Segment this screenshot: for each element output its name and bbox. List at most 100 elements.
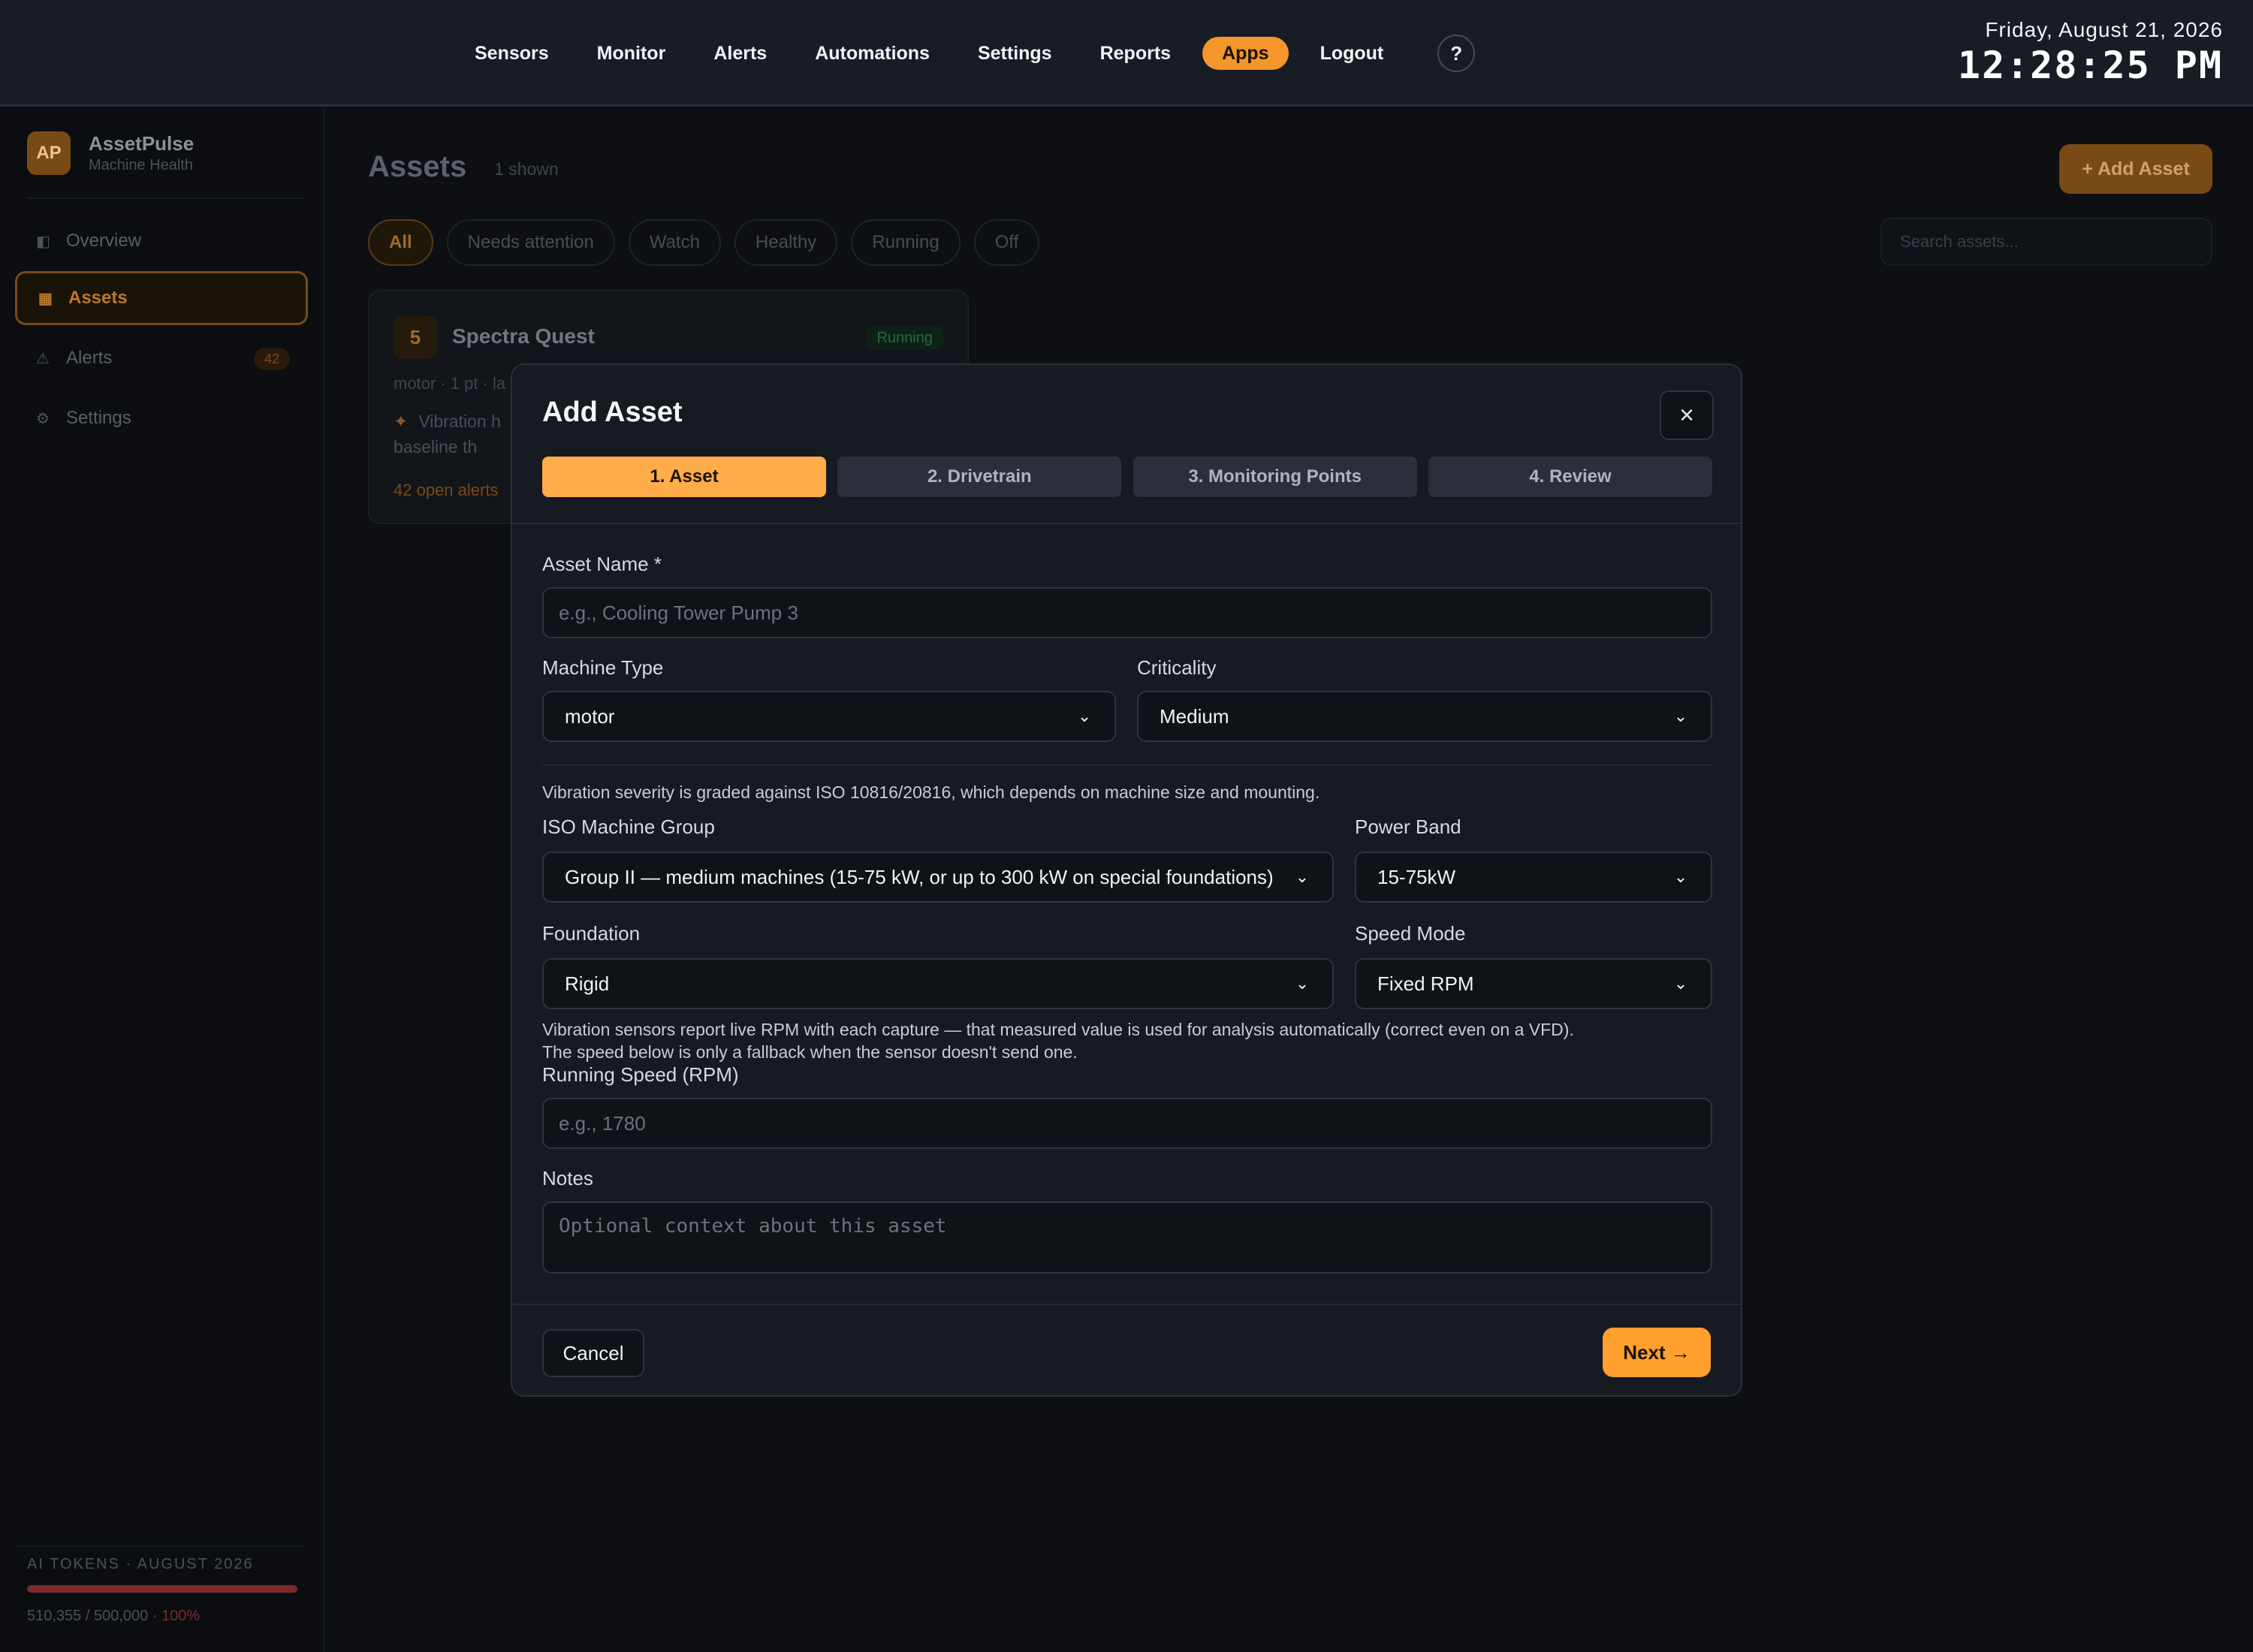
clock-time: 12:28:25 PM — [1957, 44, 2223, 87]
asset-name: Spectra Quest — [452, 324, 595, 348]
brand: AP AssetPulse Machine Health — [27, 131, 194, 175]
sparkle-icon: ✦ — [394, 411, 409, 431]
speed-mode-label: Speed Mode — [1355, 922, 1466, 945]
modal-footer-divider — [512, 1304, 1741, 1305]
brand-logo: AP — [27, 131, 71, 175]
sidebar-item-label: Settings — [66, 408, 131, 428]
sidebar-item-overview[interactable]: ◧ Overview — [15, 214, 308, 268]
tokens-label: AI TOKENS · AUGUST 2026 — [27, 1556, 254, 1572]
alert-triangle-icon: ⚠ — [36, 350, 50, 367]
section-divider — [542, 764, 1712, 766]
nav-logout[interactable]: Logout — [1304, 37, 1401, 70]
step-asset[interactable]: 1. Asset — [542, 457, 826, 497]
sidebar: AP AssetPulse Machine Health ◧ Overview … — [0, 109, 324, 1652]
filter-chips: All Needs attention Watch Healthy Runnin… — [368, 219, 1053, 266]
nav-automations[interactable]: Automations — [798, 37, 946, 70]
modal-header-divider — [512, 523, 1741, 524]
tokens-progress-bar — [27, 1585, 297, 1593]
help-button[interactable]: ? — [1437, 35, 1476, 72]
iso-group-label: ISO Machine Group — [542, 815, 715, 838]
running-speed-input[interactable] — [542, 1098, 1712, 1149]
tokens-percent: 100% — [161, 1608, 201, 1624]
machine-type-select[interactable]: motor ⌄ — [542, 691, 1116, 742]
page-title: Assets — [368, 150, 467, 183]
foundation-select[interactable]: Rigid ⌄ — [542, 958, 1334, 1009]
overview-icon: ◧ — [36, 233, 50, 250]
filter-needs-attention[interactable]: Needs attention — [446, 219, 615, 266]
filter-running[interactable]: Running — [851, 219, 961, 266]
tokens-count: 510,355 / 500,000 · 100% — [27, 1608, 201, 1624]
chevron-down-icon: ⌄ — [1295, 867, 1310, 886]
iso-hint: Vibration severity is graded against ISO… — [542, 782, 1320, 802]
notes-textarea[interactable] — [542, 1201, 1712, 1274]
iso-group-select[interactable]: Group II — medium machines (15-75 kW, or… — [542, 852, 1334, 903]
search-assets-input[interactable]: Search assets... — [1881, 218, 2212, 266]
brand-subtitle: Machine Health — [89, 157, 193, 173]
nav-apps[interactable]: Apps — [1202, 37, 1289, 70]
speed-mode-select[interactable]: Fixed RPM ⌄ — [1355, 958, 1712, 1009]
close-icon: × — [1679, 401, 1694, 430]
assets-icon: ▦ — [38, 290, 53, 307]
sidebar-item-label: Alerts — [66, 348, 113, 368]
tokens-divider — [15, 1545, 305, 1547]
foundation-label: Foundation — [542, 922, 641, 945]
main-nav: Sensors Monitor Alerts Automations Setti… — [458, 30, 1476, 77]
rpm-hint-line-1: Vibration sensors report live RPM with e… — [542, 1020, 1574, 1039]
help-icon: ? — [1450, 41, 1463, 65]
sidebar-item-label: Assets — [68, 288, 128, 308]
add-asset-modal: Add Asset × 1. Asset 2. Drivetrain 3. Mo… — [511, 363, 1742, 1397]
nav-monitor[interactable]: Monitor — [581, 37, 683, 70]
asset-name-label: Asset Name * — [542, 553, 662, 575]
wizard-steps: 1. Asset 2. Drivetrain 3. Monitoring Poi… — [542, 457, 1712, 497]
tokens-limit: 500,000 — [93, 1608, 149, 1624]
running-speed-label: Running Speed (RPM) — [542, 1063, 739, 1086]
chevron-down-icon: ⌄ — [1673, 974, 1688, 993]
asset-number: 5 — [394, 315, 437, 359]
chevron-down-icon: ⌄ — [1673, 867, 1688, 886]
chevron-down-icon: ⌄ — [1295, 974, 1310, 993]
nav-alerts[interactable]: Alerts — [697, 37, 783, 70]
modal-title: Add Asset — [542, 396, 683, 428]
sidebar-item-settings[interactable]: ⚙ Settings — [15, 391, 308, 445]
sidebar-item-alerts[interactable]: ⚠ Alerts 42 — [15, 331, 308, 385]
sidebar-item-label: Overview — [66, 231, 142, 251]
step-monitoring-points[interactable]: 3. Monitoring Points — [1133, 457, 1417, 497]
filter-off[interactable]: Off — [973, 219, 1040, 266]
criticality-select[interactable]: Medium ⌄ — [1137, 691, 1712, 742]
gear-icon: ⚙ — [36, 410, 50, 427]
asset-insight: ✦ Vibration h baseline th — [394, 411, 501, 457]
chevron-down-icon: ⌄ — [1077, 707, 1092, 725]
power-band-select[interactable]: 15-75kW ⌄ — [1355, 852, 1712, 903]
top-nav-bar: Sensors Monitor Alerts Automations Setti… — [0, 0, 2253, 107]
clock-date: Friday, August 21, 2026 — [1985, 18, 2223, 41]
asset-count: 1 shown — [494, 159, 559, 179]
tokens-progress-fill — [27, 1585, 297, 1593]
chevron-down-icon: ⌄ — [1673, 707, 1688, 725]
sidebar-item-assets[interactable]: ▦ Assets — [15, 271, 308, 325]
close-button[interactable]: × — [1660, 390, 1714, 440]
asset-meta: motor · 1 pt · la — [394, 374, 506, 393]
nav-reports[interactable]: Reports — [1084, 37, 1187, 70]
brand-name: AssetPulse — [89, 132, 195, 155]
notes-label: Notes — [542, 1167, 593, 1189]
criticality-label: Criticality — [1137, 656, 1217, 679]
next-button[interactable]: Next → — [1603, 1328, 1711, 1377]
ai-tokens-usage: AI TOKENS · AUGUST 2026 510,355 / 500,00… — [27, 1556, 297, 1625]
cancel-button[interactable]: Cancel — [542, 1329, 644, 1377]
machine-type-label: Machine Type — [542, 656, 664, 679]
filter-all[interactable]: All — [368, 219, 433, 266]
step-review[interactable]: 4. Review — [1428, 457, 1712, 497]
tokens-used: 510,355 — [27, 1608, 82, 1624]
power-band-label: Power Band — [1355, 815, 1461, 838]
asset-open-alerts[interactable]: 42 open alerts — [394, 481, 498, 500]
nav-sensors[interactable]: Sensors — [458, 37, 566, 70]
brand-divider — [27, 197, 305, 199]
add-asset-button[interactable]: + Add Asset — [2059, 144, 2212, 194]
asset-name-input[interactable] — [542, 587, 1712, 638]
nav-settings[interactable]: Settings — [961, 37, 1069, 70]
filter-healthy[interactable]: Healthy — [734, 219, 838, 266]
status-badge: Running — [866, 326, 943, 350]
filter-watch[interactable]: Watch — [628, 219, 721, 266]
rpm-hint-line-2: The speed below is only a fallback when … — [542, 1042, 1078, 1062]
step-drivetrain[interactable]: 2. Drivetrain — [837, 457, 1122, 497]
